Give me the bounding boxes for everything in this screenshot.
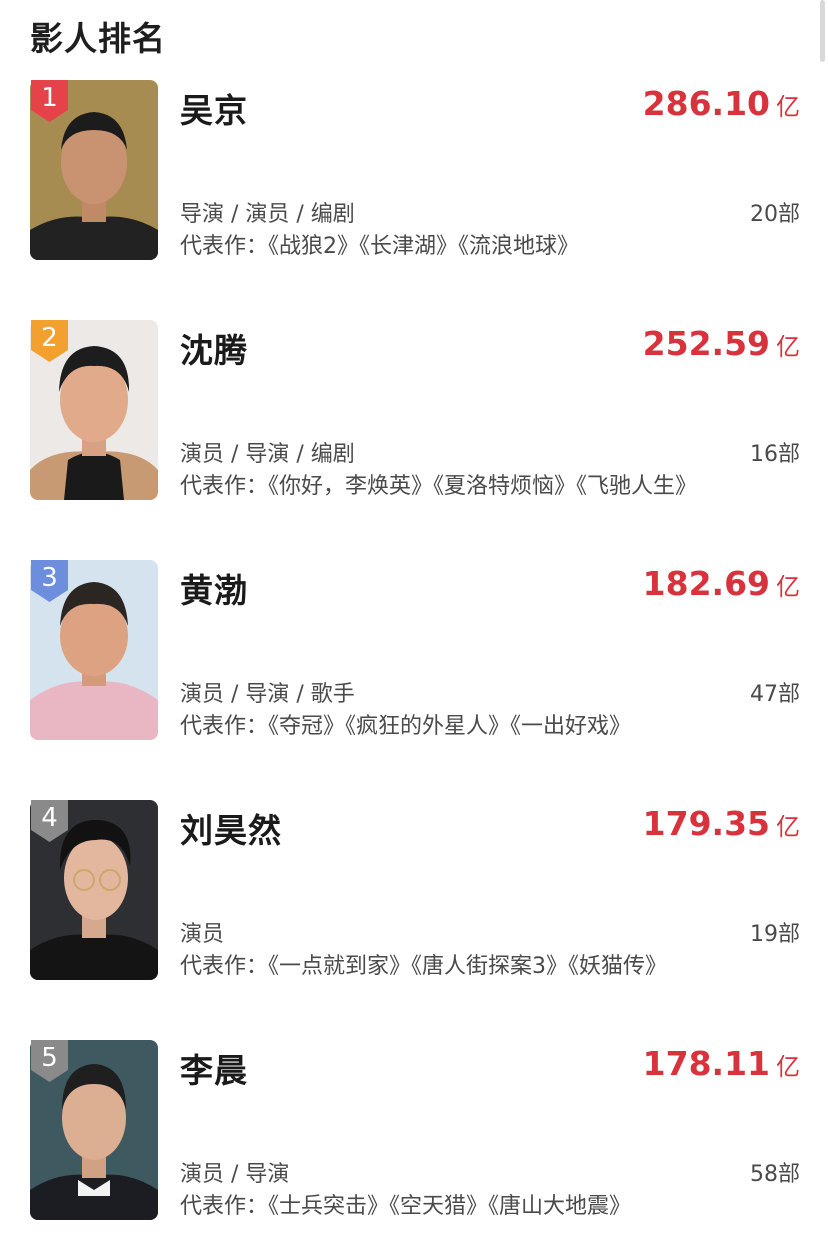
- actor-roles: 演员 / 导演: [180, 1162, 290, 1187]
- ranking-row-5[interactable]: 5 李晨 178.11 亿 演员 / 导演 58部 代表作：《士兵突击》《空天猎》…: [30, 1040, 800, 1222]
- box-office: 252.59 亿: [642, 324, 800, 363]
- actor-roles: 演员 / 导演 / 编剧: [180, 442, 355, 467]
- representative-works: 代表作：《夺冠》《疯狂的外星人》《一出好戏》: [180, 714, 632, 739]
- rank-badge: 4: [31, 800, 68, 842]
- actor-roles: 演员 / 导演 / 歌手: [180, 682, 355, 707]
- representative-works: 代表作：《士兵突击》《空天猎》《唐山大地震》: [180, 1194, 632, 1219]
- rank-badge: 5: [31, 1040, 68, 1082]
- ranking-row-1[interactable]: 1 吴京 286.10 亿 导演 / 演员 / 编剧 20部 代表作：《战狼2》《…: [30, 80, 800, 262]
- box-office: 179.35 亿: [642, 804, 800, 843]
- film-count: 58部: [750, 1162, 800, 1187]
- rank-badge: 3: [31, 560, 68, 602]
- rank-badge: 2: [31, 320, 68, 362]
- representative-works: 代表作：《你好，李焕英》《夏洛特烦恼》《飞驰人生》: [180, 474, 698, 499]
- film-count: 16部: [750, 442, 800, 467]
- box-office: 286.10 亿: [642, 84, 800, 123]
- actor-roles: 演员: [180, 922, 225, 947]
- actor-name[interactable]: 李晨: [180, 1044, 248, 1092]
- box-office: 182.69 亿: [642, 564, 800, 603]
- actor-name[interactable]: 黄渤: [180, 564, 248, 612]
- box-office: 178.11 亿: [642, 1044, 800, 1083]
- ranking-row-2[interactable]: 2 沈腾 252.59 亿 演员 / 导演 / 编剧 16部 代表作：《你好，李焕…: [30, 320, 800, 502]
- actor-name[interactable]: 沈腾: [180, 324, 248, 372]
- representative-works: 代表作：《战狼2》《长津湖》《流浪地球》: [180, 234, 579, 259]
- actor-roles: 导演 / 演员 / 编剧: [180, 202, 355, 227]
- rank-badge: 1: [31, 80, 68, 122]
- film-count: 19部: [750, 922, 800, 947]
- page-title: 影人排名: [30, 19, 166, 58]
- film-count: 20部: [750, 202, 800, 227]
- ranking-row-3[interactable]: 3 黄渤 182.69 亿 演员 / 导演 / 歌手 47部 代表作：《夺冠》《疯…: [30, 560, 800, 742]
- actor-name[interactable]: 吴京: [180, 84, 248, 132]
- actor-name[interactable]: 刘昊然: [180, 804, 282, 852]
- scrollbar[interactable]: [820, 0, 825, 62]
- representative-works: 代表作：《一点就到家》《唐人街探案3》《妖猫传》: [180, 954, 667, 979]
- film-count: 47部: [750, 682, 800, 707]
- ranking-row-4[interactable]: 4 刘昊然 179.35 亿 演员 19部 代表作：《一点就到家》《唐人街探案3》…: [30, 800, 800, 982]
